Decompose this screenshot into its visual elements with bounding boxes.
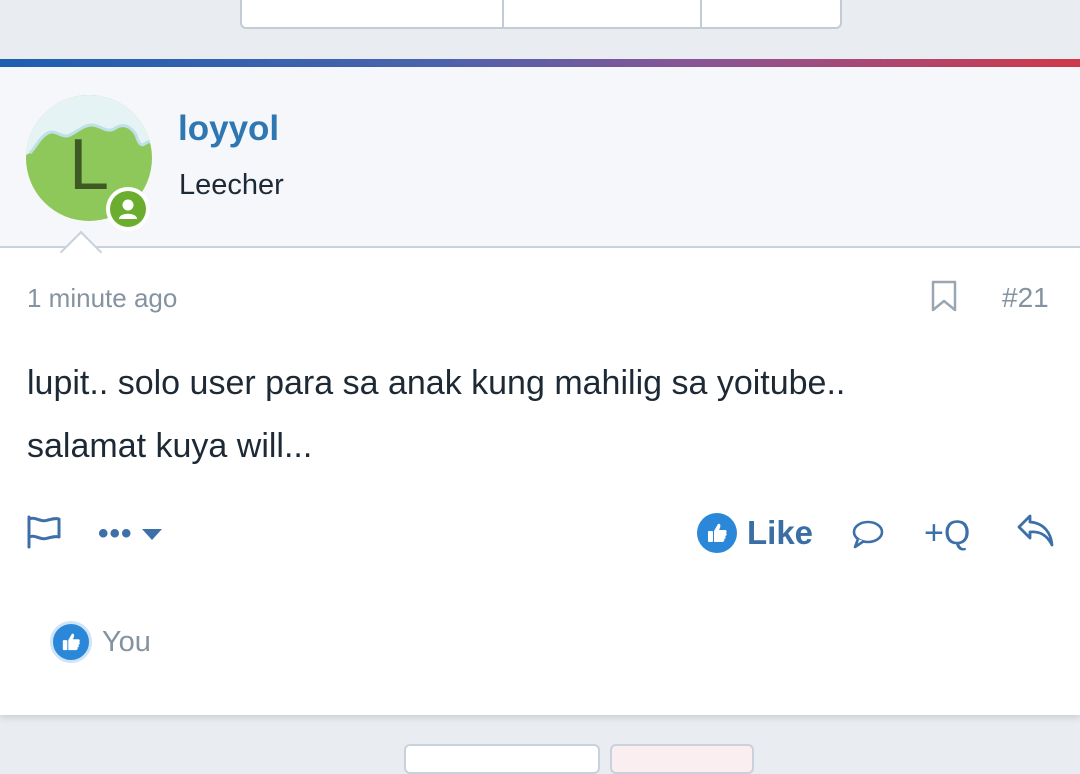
username-link[interactable]: loyyol <box>178 109 279 149</box>
post-user-header: L loyyol Leecher <box>0 67 1080 248</box>
post-message-line: lupit.. solo user para sa anak kung mahi… <box>27 364 846 402</box>
post-message-line: salamat kuya will... <box>27 427 313 465</box>
post-message: lupit.. solo user para sa anak kung mahi… <box>27 352 1057 478</box>
multi-quote-button[interactable]: +Q <box>924 513 970 553</box>
tab-3[interactable] <box>702 0 840 27</box>
bottom-button-1[interactable] <box>404 744 600 774</box>
post-number-link[interactable]: #21 <box>1002 282 1049 314</box>
more-options-menu[interactable]: ••• <box>98 519 163 549</box>
reply-icon[interactable] <box>1016 513 1056 554</box>
reactions-bar[interactable]: You <box>50 621 151 663</box>
flag-icon[interactable] <box>26 515 62 554</box>
like-button[interactable]: Like <box>697 513 813 553</box>
chevron-down-icon <box>141 529 162 540</box>
bottom-button-2[interactable] <box>610 744 754 774</box>
thumbs-up-icon <box>50 621 92 663</box>
more-options-dots: ••• <box>98 517 133 550</box>
comment-icon[interactable] <box>851 519 885 554</box>
accent-bar <box>0 59 1080 67</box>
user-icon <box>110 191 146 227</box>
page-navigation-tabs <box>240 0 842 29</box>
post-card: L loyyol Leecher 1 minute ago #21 lupit.… <box>0 67 1080 715</box>
tab-1[interactable] <box>242 0 504 27</box>
like-label: Like <box>747 514 814 551</box>
online-status-badge <box>106 187 150 231</box>
tab-2[interactable] <box>504 0 702 27</box>
thumbs-up-icon <box>697 513 737 553</box>
user-title: Leecher <box>179 169 284 201</box>
post-timestamp[interactable]: 1 minute ago <box>27 283 177 314</box>
bookmark-icon[interactable] <box>931 280 957 317</box>
reactions-summary[interactable]: You <box>102 626 151 659</box>
